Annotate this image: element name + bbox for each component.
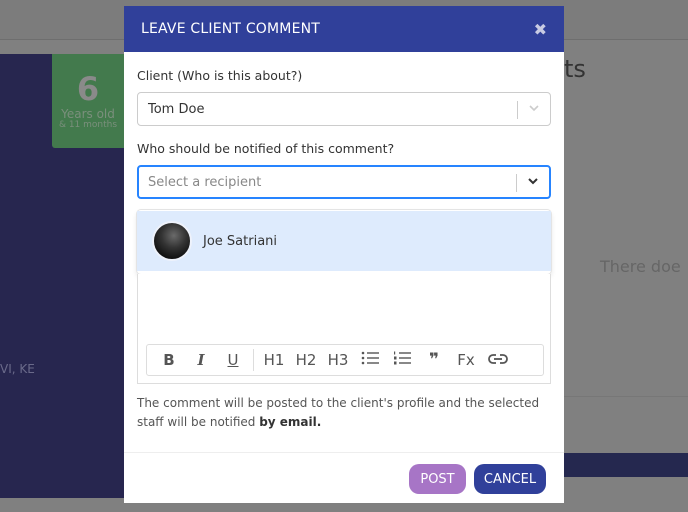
bold-button[interactable]: B [153,351,185,369]
empty-state-text: There doe [600,257,681,276]
section-title: ts [564,55,586,83]
client-label: Client (Who is this about?) [137,68,303,83]
underline-button[interactable]: U [217,351,249,369]
editor-toolbar: B I U H1 H2 H3 ❞ Fx [146,344,544,376]
clear-format-button[interactable]: Fx [450,351,482,369]
client-select[interactable]: Tom Doe [137,92,551,126]
section-panel [564,93,688,397]
h1-button[interactable]: H1 [258,351,290,369]
h2-button[interactable]: H2 [290,351,322,369]
age-label: Years old [61,107,115,121]
notification-note: The comment will be posted to the client… [137,394,547,432]
sidebar-text: VI, KE [0,362,35,376]
bullet-list-icon[interactable] [354,351,386,369]
post-button[interactable]: POST [409,464,466,494]
link-icon[interactable] [482,351,514,369]
modal-header: LEAVE CLIENT COMMENT ✖ [124,6,564,52]
chevron-down-icon[interactable] [526,174,540,188]
select-separator [516,174,517,192]
leave-comment-modal: LEAVE CLIENT COMMENT ✖ Client (Who is th… [124,6,564,503]
recipient-option[interactable]: Joe Satriani [137,211,551,271]
age-card: 6 Years old & 11 months [52,54,124,148]
age-sub: & 11 months [58,120,118,130]
close-icon[interactable]: ✖ [534,20,547,39]
background-bar [564,453,688,477]
cancel-button[interactable]: CANCEL [474,464,546,494]
avatar [152,221,192,261]
footer-divider [124,452,564,453]
toolbar-divider [253,349,254,371]
note-bold: by email. [259,415,322,429]
age-number: 6 [76,70,100,108]
quote-icon[interactable]: ❞ [418,350,450,370]
client-value: Tom Doe [148,101,205,117]
h3-button[interactable]: H3 [322,351,354,369]
recipient-placeholder: Select a recipient [148,174,262,190]
chevron-down-icon[interactable] [527,101,541,115]
select-separator [517,101,518,119]
comment-editor[interactable]: B I U H1 H2 H3 ❞ Fx [137,274,551,384]
modal-title: LEAVE CLIENT COMMENT [141,21,321,37]
recipient-name: Joe Satriani [203,233,278,249]
recipient-select[interactable]: Select a recipient [137,165,551,199]
recipient-dropdown: Joe Satriani [137,210,551,274]
recipient-label: Who should be notified of this comment? [137,141,395,156]
note-text: The comment will be posted to the client… [137,396,540,429]
italic-button[interactable]: I [185,351,217,369]
numbered-list-icon[interactable] [386,351,418,369]
